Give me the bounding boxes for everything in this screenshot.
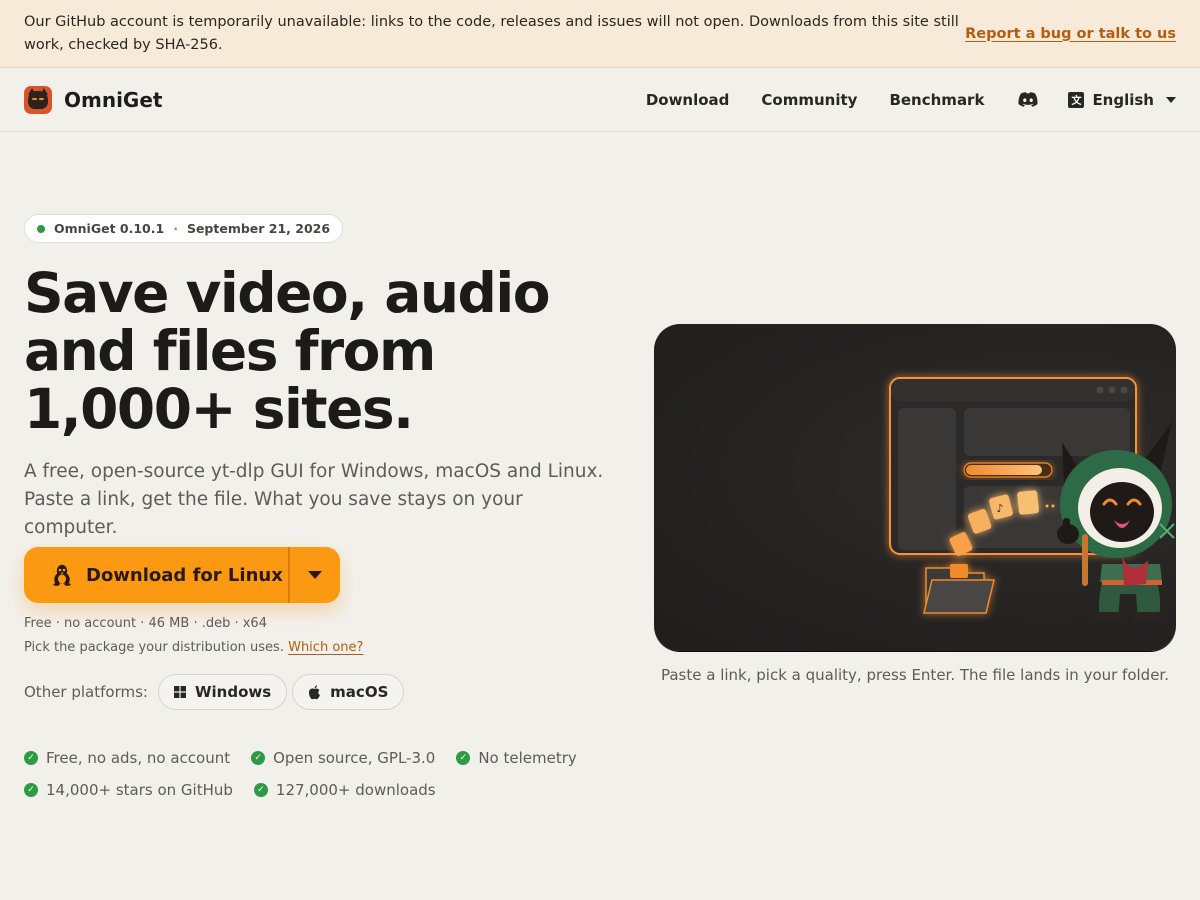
download-meta: Free · no account · 46 MB · .deb · x64 <box>24 616 267 631</box>
which-package-link[interactable]: Which one? <box>288 640 363 655</box>
headline-line: and files from <box>24 319 436 383</box>
app-preview-illustration: ♪ <box>889 377 1175 620</box>
feature-row: ✓ 14,000+ stars on GitHub ✓ 127,000+ dow… <box>24 774 624 806</box>
svg-text:♪: ♪ <box>996 502 1003 515</box>
nav-download-link[interactable]: Download <box>646 91 730 109</box>
report-bug-link[interactable]: Report a bug or talk to us <box>965 26 1176 42</box>
feature-item: ✓ No telemetry <box>456 749 577 767</box>
feature-item: ✓ 14,000+ stars on GitHub <box>24 781 233 799</box>
subhead-line: A free, open-source yt-dlp GUI for Windo… <box>24 461 604 482</box>
other-platforms-label: Other platforms: <box>24 683 148 701</box>
download-options-dropdown[interactable] <box>290 547 340 603</box>
windows-label: Windows <box>194 683 272 701</box>
download-button-group: Download for Linux <box>24 547 340 603</box>
chevron-down-icon <box>308 571 322 579</box>
version-badge: OmniGet 0.10.1 · September 21, 2026 <box>24 214 344 243</box>
illustration-caption: Paste a link, pick a quality, press Ente… <box>660 666 1169 684</box>
package-hint-text: Pick the package your distribution uses. <box>24 640 284 655</box>
announcement-banner: Our GitHub account is temporarily unavai… <box>0 0 1200 68</box>
feature-row: ✓ Free, no ads, no account ✓ Open source… <box>24 742 624 774</box>
macos-label: macOS <box>330 683 389 701</box>
check-circle-icon: ✓ <box>24 783 38 797</box>
top-navigation: OmniGet Download Community Benchmark 文 E… <box>0 68 1200 132</box>
package-hint: Pick the package your distribution uses.… <box>24 640 363 655</box>
nav-benchmark-link[interactable]: Benchmark <box>889 91 984 109</box>
apple-icon <box>309 684 321 699</box>
chevron-down-icon <box>1166 96 1176 103</box>
check-circle-icon: ✓ <box>456 751 471 765</box>
download-linux-button[interactable]: Download for Linux <box>24 547 288 603</box>
subhead-line: Paste a link, get the file. What you sav… <box>24 489 523 538</box>
other-platforms: Other platforms: Windows macOS <box>24 674 409 710</box>
feature-item: ✓ 127,000+ downloads <box>253 781 436 799</box>
status-dot-icon <box>37 224 45 233</box>
language-label: English <box>1092 90 1154 109</box>
release-date: September 21, 2026 <box>186 221 331 236</box>
omniget-logo-icon <box>24 85 52 114</box>
feature-list: ✓ Free, no ads, no account ✓ Open source… <box>24 742 624 806</box>
brand-home-link[interactable]: OmniGet <box>24 85 163 114</box>
linux-tux-icon <box>53 564 71 586</box>
hero-subheading: A free, open-source yt-dlp GUI for Windo… <box>24 458 614 542</box>
language-selector[interactable]: 文 English <box>1068 91 1176 109</box>
check-circle-icon: ✓ <box>253 783 268 797</box>
check-circle-icon: ✓ <box>251 751 266 765</box>
feature-item: ✓ Open source, GPL-3.0 <box>251 749 435 767</box>
discord-icon[interactable] <box>1018 91 1038 108</box>
download-button-label: Download for Linux <box>86 564 283 586</box>
nav-links: Download Community Benchmark 文 English <box>646 91 1176 109</box>
version-label: OmniGet 0.10.1 <box>54 221 165 236</box>
feature-item: ✓ Free, no ads, no account <box>24 749 230 767</box>
macos-download-button[interactable]: macOS <box>292 674 405 710</box>
windows-download-button[interactable]: Windows <box>157 674 288 710</box>
nav-community-link[interactable]: Community <box>761 91 857 109</box>
check-circle-icon: ✓ <box>24 751 38 765</box>
banner-message: Our GitHub account is temporarily unavai… <box>24 13 959 53</box>
headline-line: Save video, audio <box>24 261 551 325</box>
headline-line: 1,000+ sites. <box>24 377 414 441</box>
translate-icon: 文 <box>1068 91 1085 108</box>
windows-icon <box>173 686 186 698</box>
folder-icon <box>923 564 995 614</box>
hero-headline: Save video, audio and files from 1,000+ … <box>24 264 604 438</box>
app-illustration: ♪ <box>654 324 1176 651</box>
brand-name: OmniGet <box>64 87 163 112</box>
